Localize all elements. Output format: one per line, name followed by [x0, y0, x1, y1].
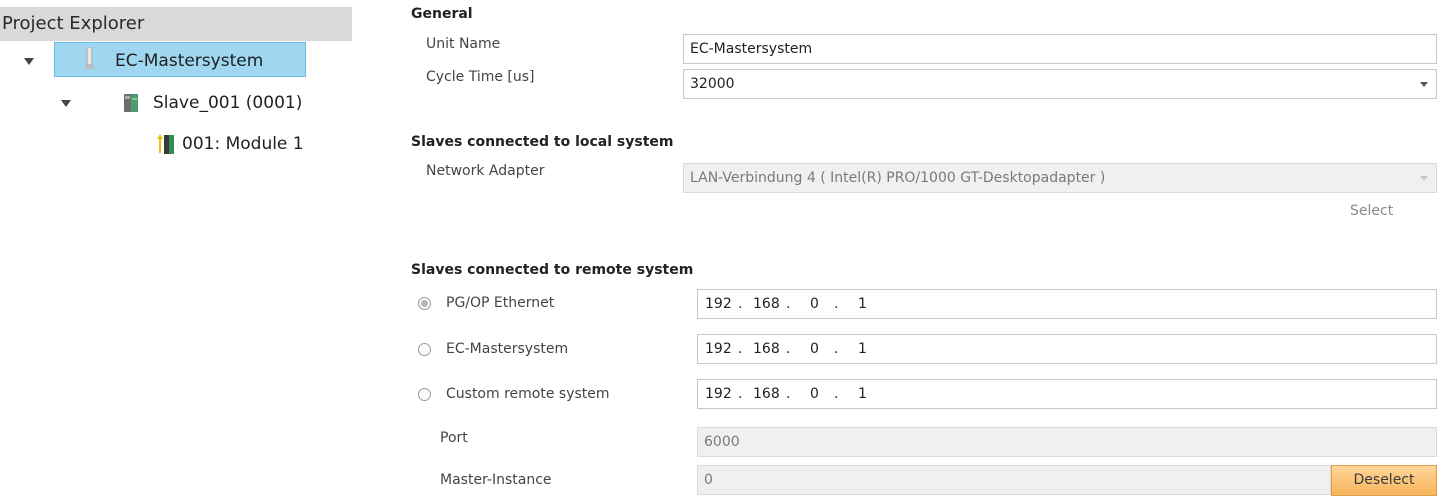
master-instance-label: Master-Instance [440, 472, 552, 488]
expand-arrow-icon[interactable] [24, 58, 34, 65]
unit-name-input[interactable]: EC-Mastersystem [683, 34, 1437, 64]
chevron-down-icon [1420, 176, 1428, 181]
cycle-time-value: 32000 [690, 76, 735, 92]
ip-octet: 1 [858, 296, 867, 312]
ip-octet: 168 [753, 296, 780, 312]
port-label: Port [440, 430, 468, 446]
ip-octet: 0 [810, 386, 819, 402]
port-input[interactable]: 6000 [697, 427, 1437, 457]
ip-octet: 0 [810, 341, 819, 357]
ip-octet: 0 [810, 296, 819, 312]
network-adapter-value: LAN-Verbindung 4 ( Intel(R) PRO/1000 GT-… [690, 170, 1106, 186]
pgop-ethernet-label: PG/OP Ethernet [446, 295, 555, 311]
slave-device-icon [124, 92, 140, 114]
ip-dot: . [834, 341, 839, 357]
radio-ec-mastersystem[interactable] [418, 343, 431, 356]
radio-custom-remote-system[interactable] [418, 388, 431, 401]
ip-dot: . [786, 296, 791, 312]
section-title-general: General [411, 6, 473, 22]
tree-node-ec-mastersystem[interactable]: EC-Mastersystem [115, 47, 263, 79]
tree-node-module-1[interactable]: 001: Module 1 [182, 130, 304, 162]
ip-octet: 168 [753, 386, 780, 402]
section-title-remote: Slaves connected to remote system [411, 262, 694, 278]
custom-remote-system-label: Custom remote system [446, 386, 610, 402]
master-instance-input[interactable]: 0 [697, 465, 1331, 495]
module-icon [157, 133, 177, 157]
ip-dot: . [786, 386, 791, 402]
expand-arrow-icon[interactable] [61, 100, 71, 107]
chevron-down-icon [1420, 82, 1428, 87]
ip-dot: . [834, 386, 839, 402]
ip-dot: . [738, 296, 743, 312]
ip-octet: 1 [858, 386, 867, 402]
project-explorer-title: Project Explorer [0, 7, 352, 41]
radio-pgop-ethernet[interactable] [418, 297, 431, 310]
network-adapter-dropdown[interactable]: LAN-Verbindung 4 ( Intel(R) PRO/1000 GT-… [683, 163, 1437, 193]
pgop-ethernet-ip-input[interactable]: 192 . 168 . 0 . 1 [697, 289, 1437, 319]
master-device-icon [85, 46, 94, 71]
tree-node-slave-001[interactable]: Slave_001 (0001) [153, 89, 302, 121]
ip-octet: 1 [858, 341, 867, 357]
ip-dot: . [786, 341, 791, 357]
network-adapter-label: Network Adapter [426, 163, 545, 179]
unit-name-label: Unit Name [426, 36, 501, 52]
ip-octet: 192 [705, 296, 732, 312]
section-title-local: Slaves connected to local system [411, 134, 674, 150]
cycle-time-dropdown[interactable]: 32000 [683, 69, 1437, 99]
ip-octet: 192 [705, 386, 732, 402]
deselect-button[interactable]: Deselect [1331, 465, 1437, 496]
ip-dot: . [738, 341, 743, 357]
cycle-time-label: Cycle Time [us] [426, 69, 535, 85]
ec-mastersystem-ip-input[interactable]: 192 . 168 . 0 . 1 [697, 334, 1437, 364]
ip-octet: 168 [753, 341, 780, 357]
project-explorer: Project Explorer EC-Mastersystem Slave_0… [0, 0, 352, 500]
ip-octet: 192 [705, 341, 732, 357]
select-button[interactable]: Select [1350, 203, 1393, 219]
custom-remote-system-ip-input[interactable]: 192 . 168 . 0 . 1 [697, 379, 1437, 409]
ec-mastersystem-label: EC-Mastersystem [446, 341, 569, 357]
ip-dot: . [738, 386, 743, 402]
ip-dot: . [834, 296, 839, 312]
